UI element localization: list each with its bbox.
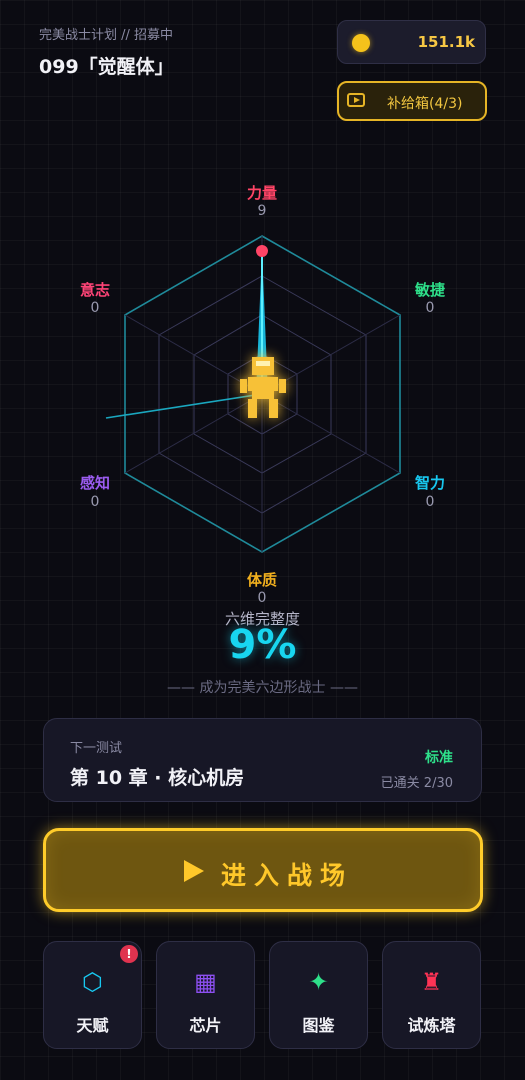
notification-badge: ! (120, 945, 138, 963)
supply-box-label: 补给箱(4/3) (387, 96, 463, 112)
stat-label-perception: 感知 (79, 474, 110, 492)
stat-value-agility: 0 (425, 300, 435, 316)
nav-talent-button[interactable]: ⬡ 天赋 ! (43, 941, 142, 1049)
nav-chip-label: 芯片 (189, 1016, 222, 1035)
difficulty-badge: 标准 (425, 750, 453, 766)
next-test-label: 下一测试 (70, 741, 123, 756)
stat-label-strength: 力量 (246, 184, 277, 202)
stat-value-intelligence: 0 (425, 494, 435, 510)
sparkle-icon: ✦ (308, 968, 329, 996)
strength-point (256, 245, 268, 257)
tower-icon: ♜ (420, 968, 443, 996)
stat-label-willpower: 意志 (79, 281, 110, 299)
stat-label-agility: 敏捷 (414, 281, 445, 299)
coin-icon (352, 34, 370, 52)
recruit-subtitle: 完美战士计划 // 招募中 (39, 28, 174, 43)
stat-label-intelligence: 智力 (414, 474, 445, 492)
nav-talent-label: 天赋 (76, 1016, 109, 1035)
supply-box-button[interactable]: 补给箱(4/3) (337, 81, 487, 121)
stat-value-perception: 0 (90, 494, 100, 510)
coin-value: 151.1k (417, 33, 475, 51)
pixel-robot-icon (240, 357, 286, 418)
clear-progress: 已通关 2/30 (380, 776, 453, 791)
nav-codex-button[interactable]: ✦ 图鉴 (269, 941, 368, 1049)
nav-chip-button[interactable]: ▦ 芯片 (156, 941, 255, 1049)
motto-text: —— 成为完美六边形战士 —— (167, 680, 358, 696)
stat-radar (105, 235, 401, 553)
character-title: 099「觉醒体」 (39, 56, 174, 78)
nav-tower-label: 试炼塔 (407, 1016, 456, 1035)
stat-value-willpower: 0 (90, 300, 100, 316)
hexagon-icon: ⬡ (82, 968, 103, 996)
radar-scan-line (105, 393, 263, 419)
completeness-value: 9% (228, 622, 297, 668)
stat-label-constitution: 体质 (246, 571, 277, 589)
chip-icon: ▦ (194, 968, 217, 996)
stat-value-constitution: 0 (257, 590, 267, 606)
enter-battle-button[interactable]: 进入战场 (43, 828, 483, 912)
enter-battle-label: 进入战场 (221, 861, 354, 890)
nav-codex-label: 图鉴 (302, 1016, 335, 1035)
video-play-icon (347, 93, 365, 107)
coin-balance: 151.1k (337, 20, 486, 64)
next-test-chapter: 第 10 章 · 核心机房 (70, 767, 245, 789)
stat-value-strength: 9 (257, 203, 267, 219)
nav-tower-button[interactable]: ♜ 试炼塔 (382, 941, 481, 1049)
play-icon (184, 860, 204, 882)
next-test-card[interactable]: 下一测试 第 10 章 · 核心机房 标准 已通关 2/30 (43, 718, 482, 802)
